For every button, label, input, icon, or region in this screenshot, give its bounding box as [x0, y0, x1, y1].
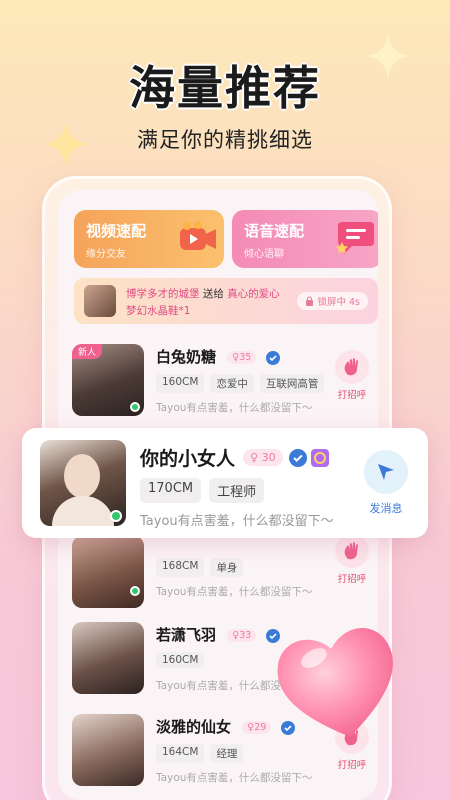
- tag-list: 170CM 工程师: [140, 478, 265, 503]
- age-badge: ♀29: [242, 721, 272, 734]
- greet-label: 打招呼: [337, 760, 367, 771]
- tag: 工程师: [209, 478, 265, 503]
- age-value: 30: [261, 451, 276, 464]
- voice-match-card[interactable]: 语音速配 倾心语聊: [232, 210, 378, 268]
- lock-icon: [306, 296, 314, 306]
- video-camera-icon: [180, 221, 216, 250]
- hero-subtitle: 满足你的精挑细选: [137, 128, 313, 152]
- tag: 互联网高管: [259, 374, 325, 393]
- gift-verb: 送给: [202, 288, 224, 300]
- gift-notification: 博学多才的城堡 送给 真心的爱心 梦幻水晶鞋*1 锁屏中 4s: [74, 278, 378, 324]
- age-value: 29: [254, 722, 267, 733]
- tag: 160CM: [156, 374, 205, 393]
- user-name-text: 你的小女人: [140, 448, 236, 470]
- list-item[interactable]: 新人 白兔奶糖 ♀35 160CM 恋爱中 互联网高管 Tayou有点害羞，什么…: [72, 344, 378, 430]
- chat-bubble-icon: [336, 222, 374, 254]
- avatar: [72, 536, 144, 608]
- age-badge: ♀35: [227, 351, 257, 364]
- wave-hand-icon: [344, 358, 358, 376]
- video-match-card[interactable]: 视频速配 缘分交友: [74, 210, 224, 268]
- tag: 160CM: [156, 652, 205, 668]
- avatar: [72, 714, 144, 786]
- tag: 单身: [210, 558, 244, 577]
- tag: 经理: [210, 744, 244, 763]
- avatar: [72, 622, 144, 694]
- greet-button[interactable]: 打招呼: [330, 534, 374, 585]
- tag: 164CM: [156, 744, 205, 763]
- age-value: 35: [239, 352, 252, 363]
- lock-status-pill: 锁屏中 4s: [297, 292, 368, 310]
- greet-label: 打招呼: [337, 390, 367, 401]
- hero-title: 海量推荐: [129, 61, 321, 115]
- greet-label: 打招呼: [337, 574, 367, 585]
- age-badge: ♀ 30: [243, 449, 283, 466]
- tag-list: 160CM: [156, 652, 205, 668]
- tag: 170CM: [140, 478, 202, 503]
- gift-item: 梦幻水晶鞋*1: [126, 305, 191, 317]
- heart-decoration-icon: [277, 628, 393, 737]
- user-bio: Tayou有点害羞，什么都没留下～: [156, 586, 313, 598]
- tag-list: 164CM 经理: [156, 744, 244, 763]
- greet-button[interactable]: 打招呼: [330, 350, 374, 401]
- verified-icon: [265, 350, 280, 365]
- verified-icon: [288, 448, 307, 467]
- featured-user-card[interactable]: 你的小女人 ♀ 30 170CM 工程师 Tayou有点害羞，什么都没留下～ 发…: [22, 428, 428, 538]
- tag: 168CM: [156, 558, 205, 577]
- vip-badge-icon: [310, 448, 329, 467]
- online-indicator: [130, 586, 140, 596]
- tag: 恋爱中: [210, 374, 254, 393]
- wave-hand-icon: [344, 542, 358, 560]
- user-bio: Tayou有点害羞，什么都没留下～: [156, 772, 313, 784]
- new-badge: 新人: [72, 344, 103, 359]
- send-arrow-icon: [378, 464, 394, 480]
- user-name: 若潇飞羽 ♀33: [156, 624, 280, 645]
- tag-list: 168CM 单身: [156, 558, 244, 577]
- online-indicator: [110, 510, 122, 522]
- user-name-text: 若潇飞羽: [156, 626, 217, 644]
- age-value: 33: [239, 630, 252, 641]
- user-name: 你的小女人 ♀ 30: [140, 444, 329, 471]
- user-bio: Tayou有点害羞，什么都没留下～: [156, 402, 313, 414]
- lock-label: 锁屏中 4s: [317, 297, 360, 308]
- user-name: 白兔奶糖 ♀35: [156, 346, 280, 367]
- user-bio: Tayou有点害羞，什么都没留下～: [140, 514, 334, 529]
- avatar: [84, 285, 116, 317]
- send-message-button[interactable]: 发消息: [358, 450, 414, 516]
- tag-list: 160CM 恋爱中 互联网高管: [156, 374, 325, 393]
- gift-sender: 博学多才的城堡: [126, 288, 200, 300]
- gift-line: 博学多才的城堡 送给 真心的爱心: [126, 286, 280, 301]
- user-name-text: 白兔奶糖: [156, 348, 217, 366]
- gift-receiver: 真心的爱心: [227, 288, 280, 300]
- user-name-text: 淡雅的仙女: [156, 718, 232, 736]
- send-message-label: 发消息: [369, 502, 403, 515]
- online-indicator: [130, 402, 140, 412]
- age-badge: ♀33: [227, 629, 257, 642]
